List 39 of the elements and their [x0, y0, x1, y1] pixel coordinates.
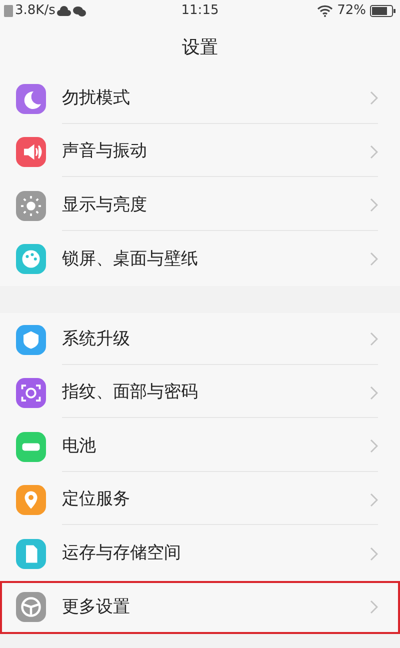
cloud-icon	[57, 6, 72, 16]
chevron-icon	[370, 91, 378, 106]
settings-row[interactable]: 声音与振动	[0, 126, 400, 179]
clock: 11:15	[180, 2, 220, 20]
page-title: 设置	[182, 36, 218, 60]
battery-percent: 72%	[337, 2, 366, 20]
chevron-icon	[370, 492, 378, 507]
settings-label: 定位服务	[62, 488, 131, 511]
settings-row[interactable]: 更多设置	[0, 580, 400, 634]
chevron-icon	[370, 332, 378, 346]
settings-label: 电池	[62, 434, 97, 458]
settings-row[interactable]: 系统升级	[0, 313, 400, 366]
settings-label: 指纹、面部与密码	[62, 381, 199, 404]
settings-label: 显示与亮度	[62, 194, 148, 216]
settings-label: 运存与存储空间	[62, 542, 182, 565]
chat-icon	[73, 6, 86, 16]
settings-label: 更多设置	[62, 596, 131, 618]
chevron-icon	[370, 546, 378, 561]
settings-row[interactable]: 电池	[0, 420, 400, 474]
settings-row[interactable]: 运存与存储空间	[0, 527, 400, 580]
settings-row[interactable]: 显示与亮度	[0, 179, 400, 232]
network-speed: 3.8K/s	[15, 2, 56, 20]
chevron-icon	[370, 600, 378, 614]
settings-label: 勿扰模式	[62, 86, 131, 110]
settings-row[interactable]: 锁屏、桌面与壁纸	[0, 232, 400, 286]
battery-icon	[370, 5, 396, 17]
chevron-icon	[370, 386, 378, 400]
chevron-icon	[370, 439, 378, 454]
chevron-icon	[370, 144, 378, 159]
settings-label: 声音与振动	[62, 140, 148, 163]
settings-row[interactable]: 定位服务	[0, 474, 400, 527]
settings-label: 锁屏、桌面与壁纸	[62, 248, 199, 270]
chevron-icon	[370, 198, 378, 212]
sim-icon	[4, 5, 13, 17]
settings-label: 系统升级	[62, 328, 131, 350]
wifi-icon	[317, 5, 334, 17]
chevron-icon	[370, 252, 378, 266]
settings-row[interactable]: 勿扰模式	[0, 72, 400, 126]
settings-row[interactable]: 指纹、面部与密码	[0, 366, 400, 420]
